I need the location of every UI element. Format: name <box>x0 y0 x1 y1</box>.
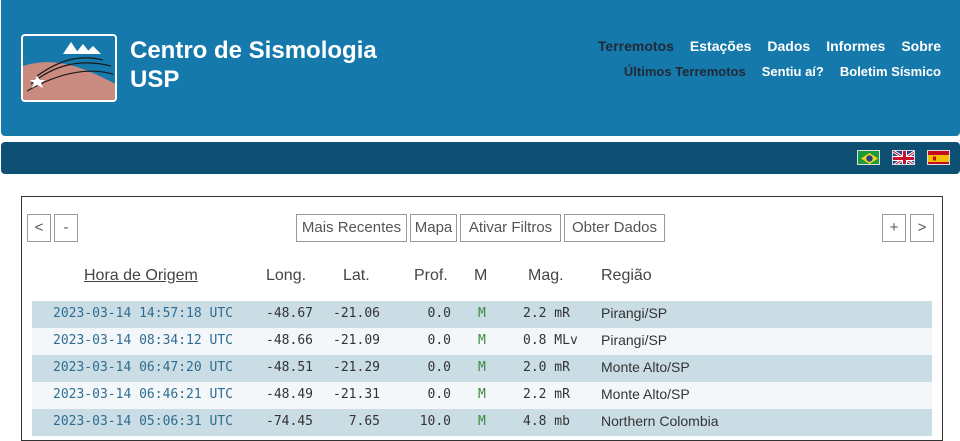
main-nav: Terremotos Estações Dados Informes Sobre <box>598 38 941 54</box>
nav-informes[interactable]: Informes <box>826 38 885 54</box>
prev-button[interactable]: < <box>27 214 51 242</box>
spain-flag-icon[interactable] <box>927 150 950 165</box>
table-row[interactable]: 2023-03-14 06:47:20 UTC -48.51 -21.29 0.… <box>32 355 932 382</box>
logo[interactable] <box>21 34 117 102</box>
brazil-flag-icon[interactable] <box>857 150 880 165</box>
table-row[interactable]: 2023-03-14 05:06:31 UTC -74.45 7.65 10.0… <box>32 409 932 436</box>
earthquake-panel: < - Mais Recentes Mapa Ativar Filtros Ob… <box>21 196 943 441</box>
header-magnitude: Mag. <box>528 267 564 284</box>
filters-button[interactable]: Ativar Filtros <box>460 214 561 242</box>
recent-button[interactable]: Mais Recentes <box>296 214 407 242</box>
plus-button[interactable]: + <box>882 214 906 242</box>
nav-ultimos-terremotos[interactable]: Últimos Terremotos <box>624 64 746 79</box>
site-header: Centro de Sismologia USP Terremotos Esta… <box>1 0 960 136</box>
nav-dados[interactable]: Dados <box>767 38 810 54</box>
seismology-logo-icon <box>23 42 115 100</box>
next-button[interactable]: > <box>910 214 934 242</box>
table-row[interactable]: 2023-03-14 06:46:21 UTC -48.49 -21.31 0.… <box>32 382 932 409</box>
header-region: Região <box>601 267 652 284</box>
header-longitude: Long. <box>266 267 307 284</box>
header-origin-time[interactable]: Hora de Origem <box>84 267 198 285</box>
nav-sobre[interactable]: Sobre <box>901 38 941 54</box>
nav-terremotos[interactable]: Terremotos <box>598 38 674 54</box>
header-latitude: Lat. <box>343 267 370 284</box>
sub-nav: Últimos Terremotos Sentiu aí? Boletim Sí… <box>624 64 941 79</box>
nav-sentiu-ai[interactable]: Sentiu aí? <box>762 64 824 79</box>
get-data-button[interactable]: Obter Dados <box>564 214 665 242</box>
header-m: M <box>474 267 488 284</box>
nav-estacoes[interactable]: Estações <box>690 38 751 54</box>
header-depth: Prof. <box>414 267 448 284</box>
nav-boletim-sismico[interactable]: Boletim Sísmico <box>840 64 941 79</box>
language-bar <box>1 142 960 174</box>
table-row[interactable]: 2023-03-14 08:34:12 UTC -48.66 -21.09 0.… <box>32 328 932 355</box>
site-title[interactable]: Centro de Sismologia USP <box>130 36 377 94</box>
uk-flag-icon[interactable] <box>892 150 915 165</box>
table-row[interactable]: 2023-03-14 14:57:18 UTC -48.67 -21.06 0.… <box>32 301 932 328</box>
map-button[interactable]: Mapa <box>410 214 457 242</box>
minus-button[interactable]: - <box>54 214 78 242</box>
